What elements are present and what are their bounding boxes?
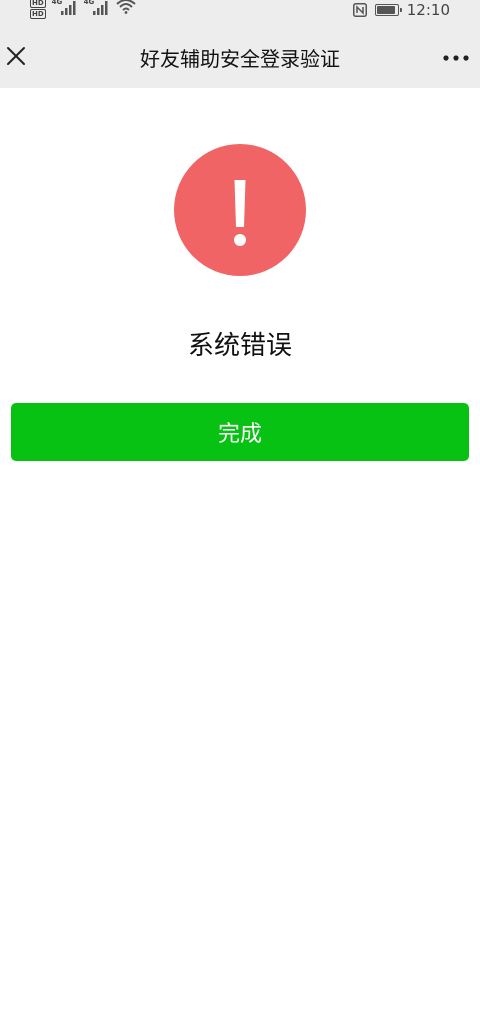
close-button[interactable]	[4, 44, 28, 68]
more-dots-icon	[443, 55, 469, 61]
hd-badge: HD	[30, 9, 46, 19]
close-icon	[7, 47, 25, 65]
status-bar: HD HD 4G 4G 12:10	[0, 0, 480, 22]
wifi-icon	[116, 0, 136, 14]
warning-exclamation-icon	[174, 144, 306, 276]
nfc-icon	[352, 3, 367, 17]
done-button[interactable]: 完成	[11, 403, 469, 461]
hd-badges: HD HD	[30, 0, 46, 19]
status-time: 12:10	[406, 1, 450, 19]
signal-bars-icon	[92, 1, 108, 15]
page-title: 好友辅助安全登录验证	[140, 47, 340, 71]
cellular-signal-2: 4G	[84, 0, 110, 18]
battery-tip	[399, 8, 402, 12]
hd-badge: HD	[30, 0, 46, 8]
status-bar-left: HD HD 4G 4G	[30, 0, 136, 22]
battery-level	[376, 6, 395, 14]
battery-icon	[374, 4, 402, 16]
error-message: 系统错误	[187, 331, 292, 361]
more-options-button[interactable]	[440, 46, 472, 70]
header-area: HD HD 4G 4G 12:10 好友辅助安全登录验证	[0, 0, 480, 88]
status-bar-right: 12:10	[352, 0, 450, 20]
cellular-signal-1: 4G	[52, 0, 78, 18]
signal-bars-icon	[60, 1, 76, 15]
